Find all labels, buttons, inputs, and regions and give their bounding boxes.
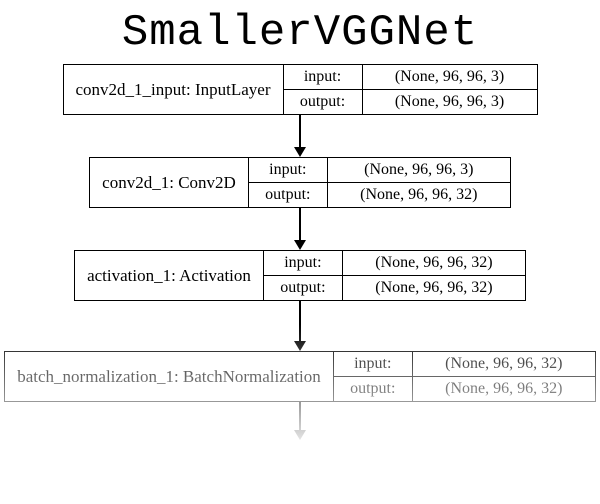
layer-name: activation_1: Activation xyxy=(75,251,264,300)
layer-name: batch_normalization_1: BatchNormalizatio… xyxy=(5,352,334,401)
io-label: output: xyxy=(284,90,363,114)
layer-name: conv2d_1: Conv2D xyxy=(90,158,249,207)
io-shape: (None, 96, 96, 32) xyxy=(343,276,525,300)
layer-node: batch_normalization_1: BatchNormalizatio… xyxy=(4,351,596,402)
io-shape: (None, 96, 96, 32) xyxy=(343,251,525,275)
io-label: output: xyxy=(334,377,413,401)
layer-node: activation_1: Activationinput:(None, 96,… xyxy=(74,250,526,301)
arrow-down-icon xyxy=(294,402,306,440)
io-shape: (None, 96, 96, 32) xyxy=(328,183,510,207)
io-label: output: xyxy=(249,183,328,207)
io-shape: (None, 96, 96, 3) xyxy=(328,158,510,182)
page-title: SmallerVGGNet xyxy=(0,0,600,64)
io-shape: (None, 96, 96, 32) xyxy=(413,352,595,376)
io-shape: (None, 96, 96, 32) xyxy=(413,377,595,401)
io-shape: (None, 96, 96, 3) xyxy=(363,90,537,114)
diagram-column: conv2d_1_input: InputLayerinput:(None, 9… xyxy=(0,64,600,440)
io-label: input: xyxy=(264,251,343,275)
io-shape: (None, 96, 96, 3) xyxy=(363,65,537,89)
arrow-down-icon xyxy=(294,208,306,250)
io-label: output: xyxy=(264,276,343,300)
io-label: input: xyxy=(249,158,328,182)
arrow-down-icon xyxy=(294,115,306,157)
io-label: input: xyxy=(284,65,363,89)
layer-node: conv2d_1: Conv2Dinput:(None, 96, 96, 3)o… xyxy=(89,157,511,208)
arrow-down-icon xyxy=(294,301,306,351)
layer-node: conv2d_1_input: InputLayerinput:(None, 9… xyxy=(63,64,538,115)
io-label: input: xyxy=(334,352,413,376)
layer-name: conv2d_1_input: InputLayer xyxy=(64,65,284,114)
